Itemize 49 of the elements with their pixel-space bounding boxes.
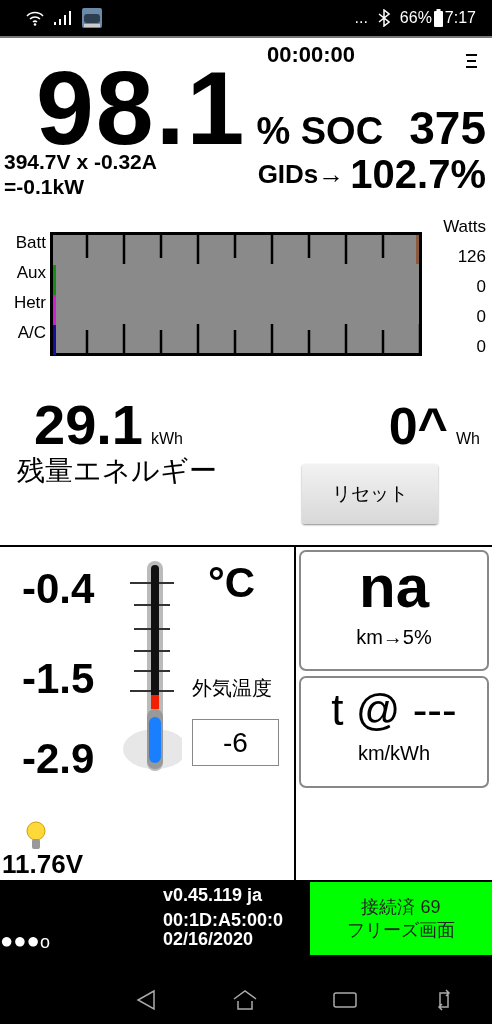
range-caption: km/kWh [357, 742, 431, 765]
status-text: 接続済 69 [361, 895, 441, 919]
gauge-label: A/C [17, 322, 46, 344]
gauge-unit: Watts [443, 216, 486, 238]
temperature-reading: -0.4 [22, 565, 95, 613]
recents-icon[interactable] [332, 989, 358, 1011]
range-value: t @ --- [331, 684, 457, 736]
lightbulb-icon [25, 821, 47, 851]
outside-temp-value: -6 [192, 719, 279, 766]
range-value: na [359, 552, 429, 622]
wifi-icon [26, 10, 44, 26]
temperature-reading: -2.9 [22, 735, 95, 783]
range-caption: km→5% [356, 626, 432, 649]
remaining-energy: 29.1 [34, 392, 143, 457]
app-icon [82, 8, 102, 28]
used-energy: 0^ [388, 396, 448, 456]
temperature-unit: °C [208, 559, 256, 607]
outside-temp-label: 外気温度 [192, 676, 272, 701]
battery-icon [433, 9, 443, 27]
bluetooth-icon [377, 9, 390, 27]
connection-count: o [39, 932, 50, 953]
gauge-reading: 126 [457, 246, 486, 268]
battery-percent: 66% [399, 9, 432, 27]
trip-timer: 00:00:00 [267, 42, 356, 68]
date: 02/16/2020 [163, 930, 255, 949]
home-icon[interactable] [232, 989, 258, 1011]
gauge-reading: 0 [476, 336, 486, 358]
gauge-label: Aux [16, 262, 46, 284]
menu-icon[interactable] [466, 54, 477, 68]
gauge-reading: 0 [476, 306, 486, 328]
clock: 7:17 [444, 9, 476, 27]
gauge-label: Hetr [13, 292, 46, 314]
aux-battery-voltage: 11.76V [2, 849, 83, 880]
device-address: 00:1D:A5:00:0 [163, 911, 284, 930]
status-text: フリーズ画面 [347, 918, 455, 942]
gauge-reading: 0 [476, 276, 486, 298]
energy-unit: kWh [151, 430, 183, 448]
connection-dots: ●●● [0, 928, 40, 954]
soc-unit: % SOC [256, 110, 384, 153]
gids-label: GIDs→ [257, 158, 345, 190]
energy-unit: Wh [456, 430, 480, 448]
signal-icon [54, 11, 72, 25]
gauge-label: Batt [15, 232, 46, 254]
temperature-reading: -1.5 [22, 655, 95, 703]
reset-button[interactable]: リセット [302, 464, 438, 524]
overflow-indicator: ... [354, 9, 368, 27]
power-reading: =-0.1kW [4, 174, 85, 199]
app-version: v0.45.119 ja [163, 886, 264, 905]
remaining-energy-label: 残量エネルギー [17, 454, 217, 488]
